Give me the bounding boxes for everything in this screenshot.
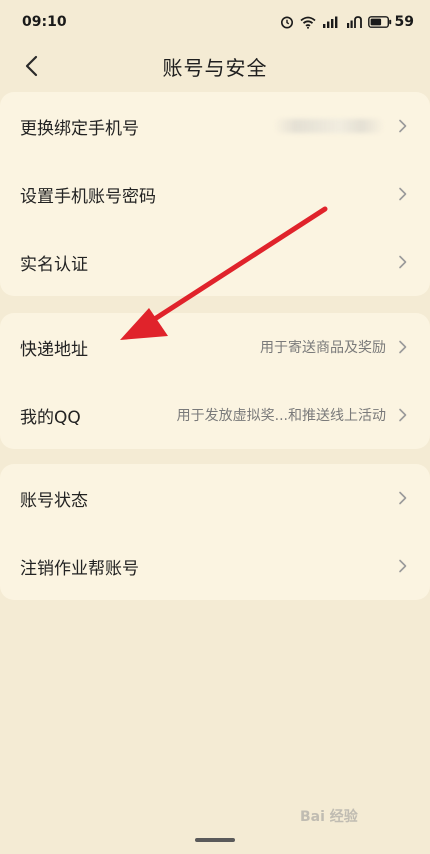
row-hint: 用于寄送商品及奖励 [260,340,386,356]
row-label: 我的QQ [20,407,81,428]
watermark-logo: Bai 经验 [300,809,358,825]
settings-group-contact: 快递地址 用于寄送商品及奖励 我的QQ 用于发放虚拟奖...和推送线上活动 [0,313,430,449]
chevron-right-icon [399,559,407,573]
row-label: 更换绑定手机号 [20,118,139,139]
change-bound-phone-row[interactable]: 更换绑定手机号 [0,92,430,160]
chevron-right-icon [399,187,407,201]
row-label: 实名认证 [20,254,88,275]
wifi-icon [299,16,316,29]
my-qq-row[interactable]: 我的QQ 用于发放虚拟奖...和推送线上活动 [0,381,430,449]
nav-bar: 账号与安全 [0,44,430,88]
settings-group-account: 更换绑定手机号 设置手机账号密码 实名认证 [0,92,430,296]
settings-group-account-status: 账号状态 注销作业帮账号 [0,464,430,600]
row-label: 账号状态 [20,490,88,511]
status-bar: 09:10 59 [0,0,430,44]
status-icons: 59 [280,14,414,30]
set-phone-password-row[interactable]: 设置手机账号密码 [0,160,430,228]
chevron-right-icon [399,255,407,269]
chevron-right-icon [399,491,407,505]
back-button[interactable] [14,50,48,82]
battery-level: 59 [394,14,414,30]
signal-icon [322,16,337,28]
chevron-right-icon [399,408,407,422]
chevron-right-icon [399,119,407,133]
row-label: 设置手机账号密码 [20,186,156,207]
status-time: 09:10 [22,14,67,30]
row-label: 快递地址 [20,339,88,360]
home-indicator[interactable] [195,838,235,842]
masked-phone-number [274,119,384,133]
delivery-address-row[interactable]: 快递地址 用于寄送商品及奖励 [0,313,430,381]
cancel-account-row[interactable]: 注销作业帮账号 [0,532,430,600]
account-status-row[interactable]: 账号状态 [0,464,430,532]
signal-icon-2 [346,15,362,28]
alarm-icon [280,16,293,29]
battery-indicator: 59 [367,14,414,30]
chevron-left-icon [25,55,38,77]
row-hint: 用于发放虚拟奖...和推送线上活动 [176,408,386,424]
row-label: 注销作业帮账号 [20,558,139,579]
page-title: 账号与安全 [162,55,268,80]
real-name-verification-row[interactable]: 实名认证 [0,228,430,296]
chevron-right-icon [399,340,407,354]
battery-icon [367,16,391,28]
